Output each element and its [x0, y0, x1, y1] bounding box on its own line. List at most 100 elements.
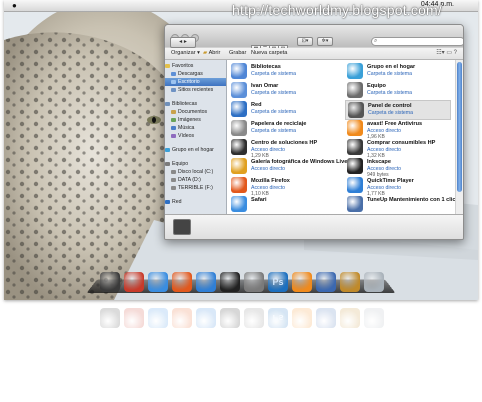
file-item-type: Carpeta de sistema: [368, 110, 413, 116]
firefox-dock-reflection-icon: [172, 308, 192, 328]
sidebar-libraries-header[interactable]: Bibliotecas: [165, 100, 226, 108]
file-item[interactable]: Galería fotográfica de Windows Live Acces…: [229, 157, 347, 177]
safari-icon: [231, 196, 247, 212]
photoshop-dock-icon[interactable]: Ps: [268, 272, 288, 292]
file-item[interactable]: QuickTime Player Acceso directo 1,77 KB: [345, 176, 451, 197]
sidebar-homegroup[interactable]: Grupo en el hogar: [165, 146, 226, 154]
file-item-type: Carpeta de sistema: [367, 71, 412, 77]
tuneup-dock-icon[interactable]: [316, 272, 336, 292]
avast-dock-icon[interactable]: [292, 272, 312, 292]
file-item[interactable]: TuneUp Mantenimiento con 1 clic: [345, 195, 455, 214]
tools-dock-icon[interactable]: [340, 272, 360, 292]
sidebar-item-pictures[interactable]: Imágenes: [165, 116, 232, 124]
quicktime-dock-icon[interactable]: [196, 272, 216, 292]
share-button[interactable]: ⊡▾: [297, 37, 313, 46]
open-button[interactable]: ▰ Abrir: [203, 50, 220, 56]
new-folder-button[interactable]: Nueva carpeta: [251, 50, 287, 56]
sidebar-favorites-header[interactable]: Favoritos: [165, 62, 226, 70]
trash-dock-reflection-icon: [364, 308, 384, 328]
sidebar-label: Imágenes: [178, 117, 201, 123]
firefox-dock-icon[interactable]: [172, 272, 192, 292]
system-prefs-dock-icon[interactable]: [244, 272, 264, 292]
sidebar-item-recent-places[interactable]: Sitios recientes: [165, 86, 232, 94]
file-item[interactable]: Mozilla Firefox Acceso directo 1,10 KB: [229, 176, 335, 197]
file-item-name: Panel de control: [368, 103, 412, 109]
file-item-name: Safari: [251, 197, 267, 203]
back-forward-buttons[interactable]: ◂ ▸: [170, 37, 196, 48]
file-item[interactable]: Bibliotecas Carpeta de sistema: [229, 62, 335, 82]
file-item[interactable]: Ivan Omar Carpeta de sistema: [229, 81, 335, 101]
file-item[interactable]: Equipo Carpeta de sistema: [345, 81, 451, 101]
sidebar-label: Red: [172, 199, 182, 205]
homegroup-icon: [165, 147, 170, 152]
view-options-icons[interactable]: ☷▾ ▭ ?: [436, 49, 457, 56]
control-panel-preview-icon: [173, 219, 191, 235]
avast-icon: [347, 120, 363, 136]
organize-menu[interactable]: Organizar ▾: [171, 50, 200, 56]
sidebar-item-desktop[interactable]: Escritorio: [165, 78, 226, 86]
sidebar-item-music[interactable]: Música: [165, 124, 232, 132]
file-item-type: Carpeta de sistema: [251, 109, 296, 115]
network-icon: [165, 199, 170, 204]
file-item[interactable]: Comprar consumibles HP Acceso directo 1,32…: [345, 138, 451, 159]
file-item-name: QuickTime Player: [367, 178, 414, 184]
action-gear-button[interactable]: ✲▾: [317, 37, 333, 46]
file-item-name: Equipo: [367, 83, 386, 89]
computer-icon: [347, 82, 363, 98]
inkscape-dock-icon[interactable]: [220, 272, 240, 292]
safari-dock-reflection-icon: [148, 308, 168, 328]
sidebar-item-drive-c[interactable]: Disco local (C:): [165, 168, 232, 176]
file-item[interactable]: Red Carpeta de sistema: [229, 100, 335, 120]
sidebar-network[interactable]: Red: [165, 198, 226, 206]
file-item-type: Carpeta de sistema: [251, 128, 296, 134]
hp-solutions-icon: [231, 139, 247, 155]
apple-logo-icon[interactable]: ●: [12, 1, 17, 10]
trash-dock-icon[interactable]: [364, 272, 384, 292]
file-item-name: Red: [251, 102, 262, 108]
adobe-app-reflection-icon: [124, 308, 144, 328]
adobe-app-icon[interactable]: [124, 272, 144, 292]
search-field[interactable]: ⌕: [371, 37, 463, 46]
file-item-name: Grupo en el hogar: [367, 64, 416, 70]
open-label: Abrir: [208, 50, 221, 56]
sidebar-item-drive-f[interactable]: TERRIBLE (F:): [165, 184, 232, 192]
tuneup-icon: [347, 196, 363, 212]
libraries-folder-icon: [231, 63, 247, 79]
file-item[interactable]: avast! Free Antivirus Acceso directo 1,96 …: [345, 119, 451, 140]
file-item-name: Papelera de reciclaje: [251, 121, 307, 127]
sidebar-label: Documentos: [178, 109, 208, 115]
sidebar-computer-header[interactable]: Equipo: [165, 160, 226, 168]
sidebar-label: Favoritos: [172, 63, 194, 69]
scrollbar-thumb[interactable]: [457, 62, 462, 192]
screenshot-stage: ● 04:44 p.m. http://techworldmy.blogspot…: [0, 0, 482, 402]
file-item[interactable]: Safari: [229, 195, 335, 214]
explorer-window: ◂ ▸ ▦☰▥▤ ⊡▾ ✲▾ ⌕ Organizar ▾ ▰ Abrir Gra…: [164, 24, 464, 240]
sidebar-item-videos[interactable]: Vídeos: [165, 132, 232, 140]
file-item-name: Centro de soluciones HP: [251, 140, 318, 146]
sidebar-label: Descargas: [178, 71, 203, 77]
documents-icon: [171, 109, 176, 114]
sidebar-item-downloads[interactable]: Descargas: [165, 70, 232, 78]
quicktime-icon: [347, 177, 363, 193]
file-item[interactable]: Grupo en el hogar Carpeta de sistema: [345, 62, 451, 82]
toolbox-icon[interactable]: [100, 272, 120, 292]
file-item[interactable]: Inkscape Acceso directo 949 bytes: [345, 157, 451, 178]
music-icon: [171, 125, 176, 130]
sidebar-item-documents[interactable]: Documentos: [165, 108, 232, 116]
blog-watermark: http://techworldmy.blogspot.com/: [232, 2, 443, 18]
safari-dock-icon[interactable]: [148, 272, 168, 292]
file-item[interactable]: Papelera de reciclaje Carpeta de sistema: [229, 119, 335, 139]
file-item-name: Mozilla Firefox: [251, 178, 290, 184]
videos-icon: [171, 133, 176, 138]
window-titlebar[interactable]: ◂ ▸ ▦☰▥▤ ⊡▾ ✲▾ ⌕: [165, 25, 463, 54]
toolbox-reflection-icon: [100, 308, 120, 328]
tuneup-dock-reflection-icon: [316, 308, 336, 328]
command-bar: Organizar ▾ ▰ Abrir Grabar Nueva carpeta…: [165, 48, 463, 60]
vertical-scrollbar[interactable]: [456, 60, 463, 214]
sidebar-item-drive-d[interactable]: DATA (D:): [165, 176, 232, 184]
tools-dock-reflection-icon: [340, 308, 360, 328]
inkscape-dock-reflection-icon: [220, 308, 240, 328]
file-item[interactable]: Panel de control Carpeta de sistema: [345, 100, 451, 120]
file-item[interactable]: Centro de soluciones HP Acceso directo 1,2…: [229, 138, 335, 159]
burn-button[interactable]: Grabar: [229, 50, 246, 56]
